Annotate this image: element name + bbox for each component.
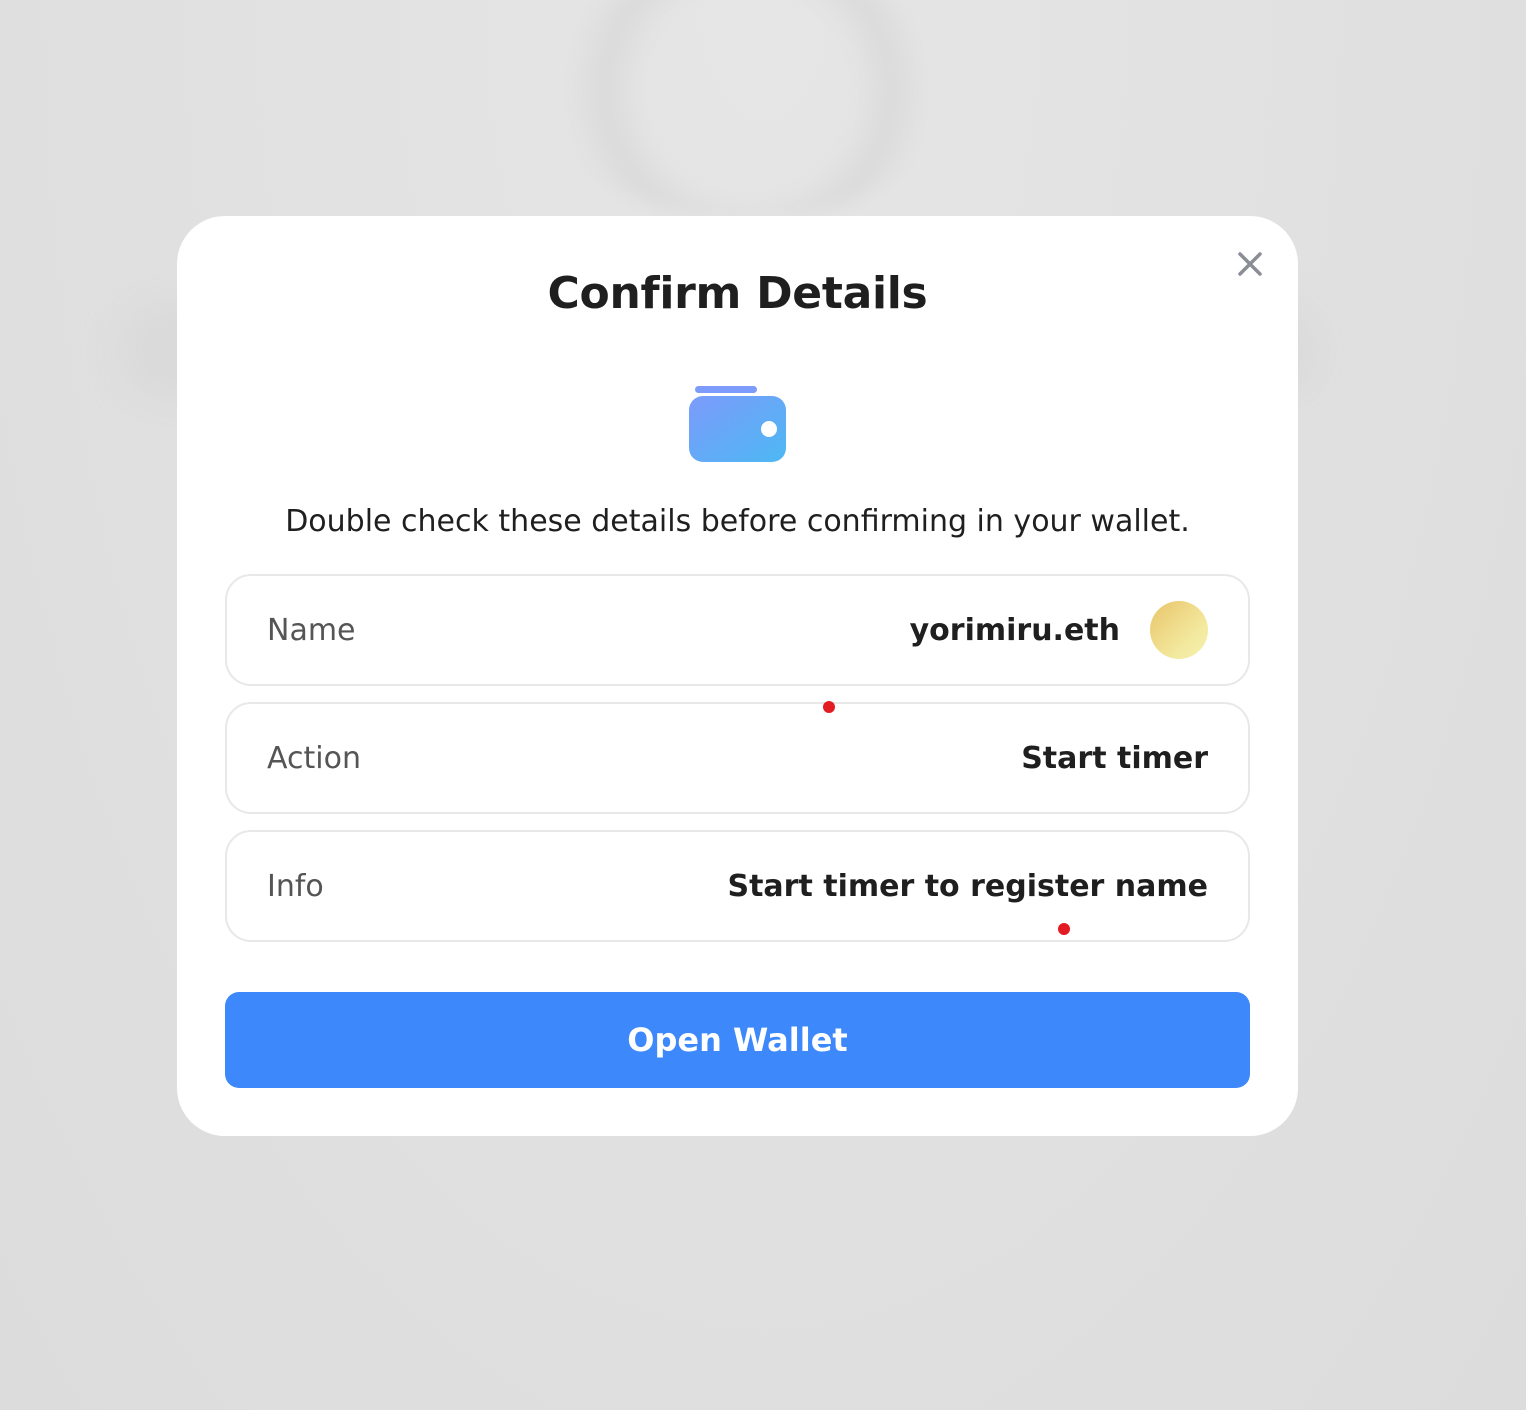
- marker-dot: [1058, 923, 1070, 935]
- detail-label: Action: [267, 740, 361, 776]
- detail-row-info: Info Start timer to register name: [225, 830, 1250, 942]
- detail-value: Start timer to register name: [727, 868, 1208, 904]
- modal-subtitle: Double check these details before confir…: [285, 504, 1190, 539]
- background-blurred-shape: [548, 0, 948, 220]
- marker-dot: [823, 701, 835, 713]
- wallet-icon: [689, 386, 786, 462]
- detail-label: Name: [267, 612, 356, 648]
- detail-value: Start timer: [1021, 740, 1208, 776]
- confirm-details-modal: Confirm Details Double check these detai…: [177, 216, 1298, 1136]
- modal-title: Confirm Details: [547, 268, 928, 319]
- detail-label: Info: [267, 868, 324, 904]
- detail-row-action: Action Start timer: [225, 702, 1250, 814]
- detail-value: yorimiru.eth: [909, 612, 1120, 648]
- avatar: [1150, 601, 1208, 659]
- open-wallet-button[interactable]: Open Wallet: [225, 992, 1250, 1088]
- detail-row-name: Name yorimiru.eth: [225, 574, 1250, 686]
